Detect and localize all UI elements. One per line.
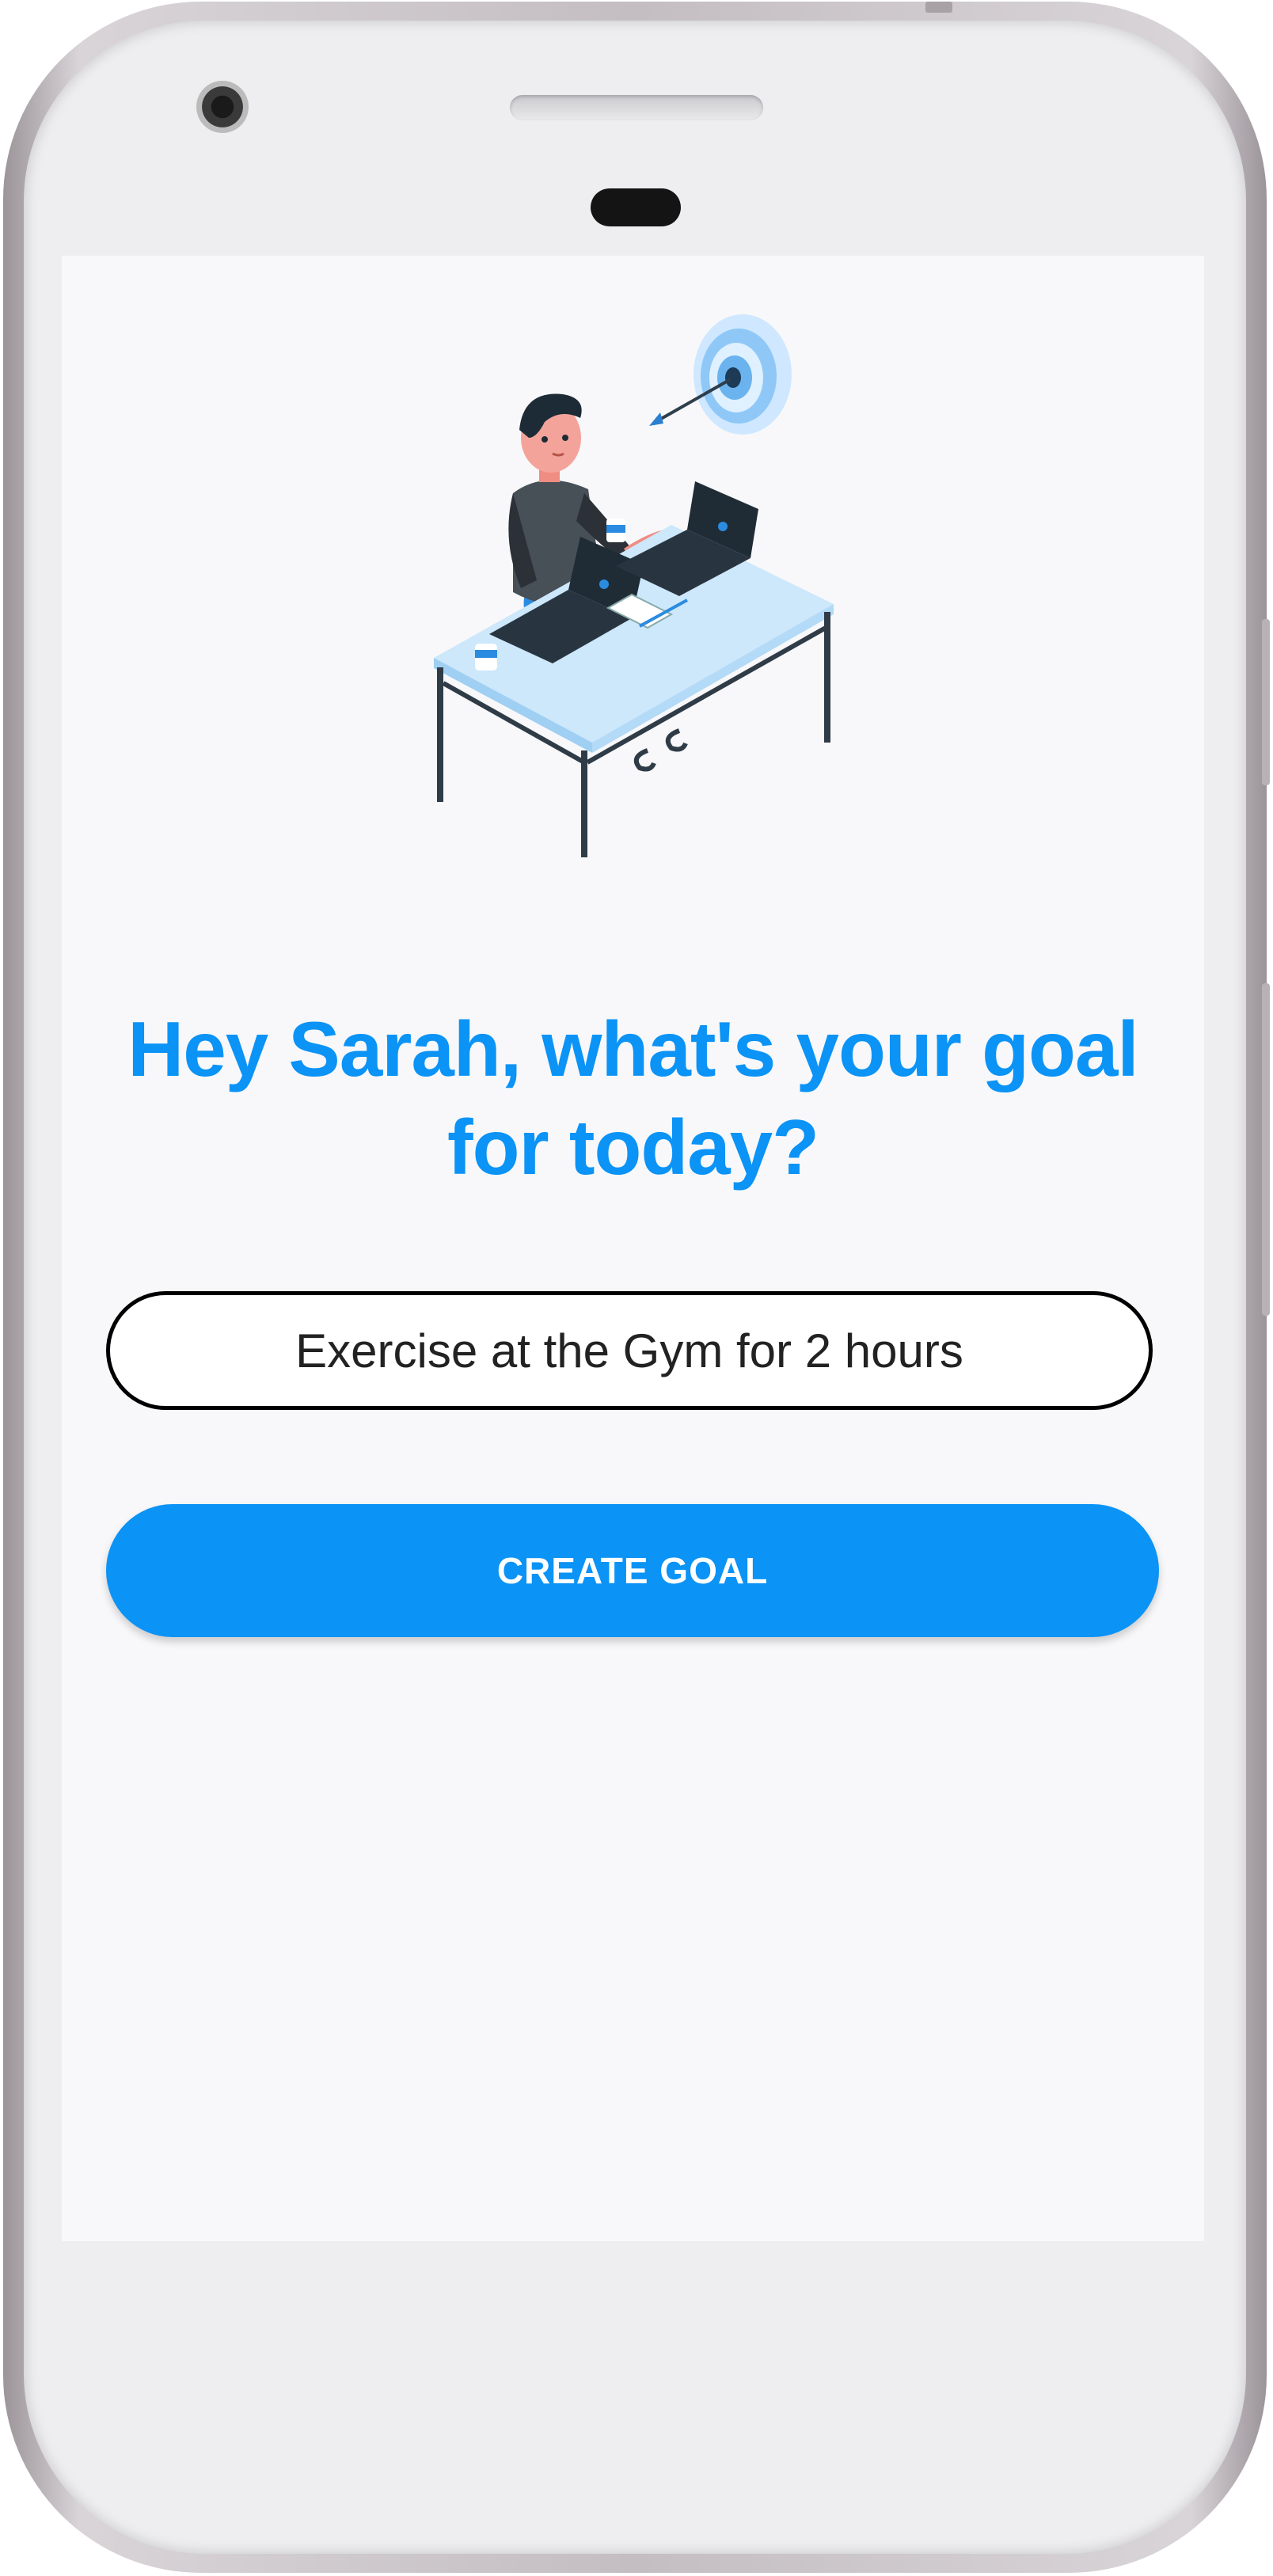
goal-input[interactable] [106,1291,1153,1410]
front-camera-icon [196,81,249,133]
phone-top-nub [925,2,952,13]
target-icon [694,314,792,435]
page-title: Hey Sarah, what's your goal for today? [127,1005,1138,1191]
create-goal-button[interactable]: CREATE GOAL [106,1504,1159,1637]
power-button [1262,619,1270,785]
volume-button [1262,983,1270,1316]
app-screen: Hey Sarah, what's your goal for today? C… [62,256,1204,2241]
proximity-sensor [591,188,681,226]
earpiece-speaker [510,95,763,120]
person-at-desk-with-target-illustration [434,314,834,857]
